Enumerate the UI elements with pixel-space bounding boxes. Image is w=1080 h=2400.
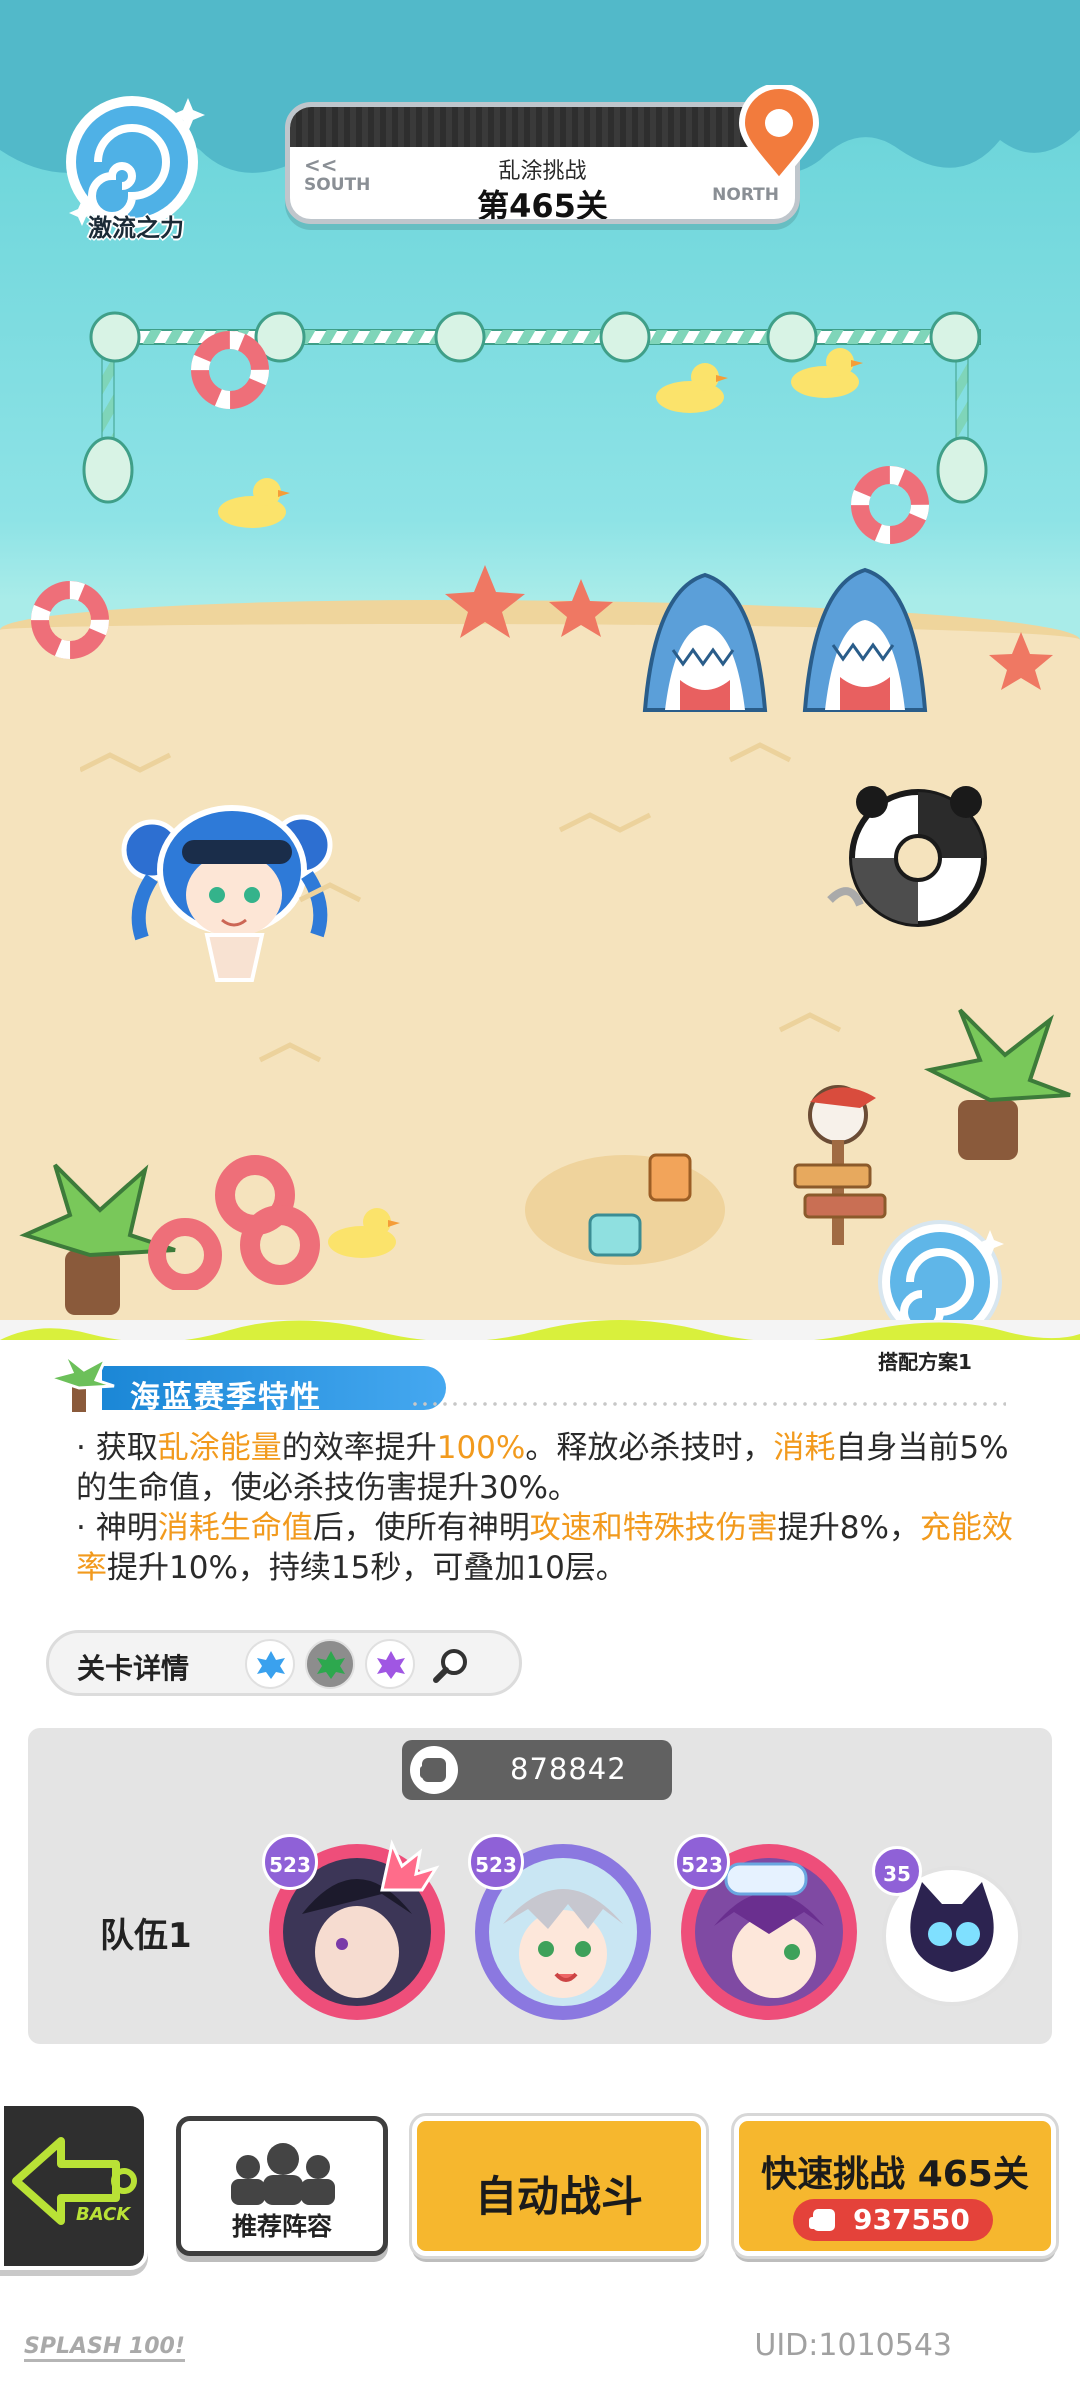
season-rule-2: · 神明消耗生命值后，使所有神明攻速和特殊技伤害提升8%，充能效率提升10%，持… — [76, 1510, 1013, 1586]
rubber-duck — [656, 363, 728, 413]
magnifier-icon[interactable] — [425, 1639, 475, 1689]
member-level-badge: 523 — [262, 1834, 318, 1890]
team-lineup-icon — [231, 2143, 335, 2205]
pet-level-badge: 35 — [872, 1846, 922, 1896]
member-level-badge: 523 — [468, 1834, 524, 1890]
back-label: BACK — [76, 2204, 131, 2225]
swim-ring — [851, 466, 929, 544]
starfish — [445, 565, 525, 638]
back-button[interactable]: BACK — [0, 2102, 148, 2270]
team-member-1[interactable]: 523 — [262, 1834, 452, 2024]
swim-ring — [31, 581, 109, 659]
element-green-icon — [305, 1639, 355, 1689]
starfish — [549, 579, 613, 637]
quick-challenge-power: 937550 — [793, 2199, 993, 2241]
north-label[interactable]: NORTH — [712, 185, 779, 205]
quick-challenge-label: 快速挑战 465关 — [761, 2154, 1029, 2195]
fist-icon — [809, 2209, 835, 2231]
team-label: 队伍1 — [100, 1916, 192, 1956]
shark-tent — [802, 567, 928, 712]
team-power-chip: 878842 — [402, 1740, 672, 1800]
header-stripe — [290, 107, 795, 147]
season-rule-1: · 获取乱涂能量的效率提升100%。释放必杀技时，消耗自身当前5%的生命值，使必… — [76, 1430, 1009, 1506]
auto-battle-label: 自动战斗 — [474, 2172, 643, 2221]
element-purple-icon — [365, 1639, 415, 1689]
season-title: 海蓝赛季特性 — [130, 1380, 322, 1415]
fist-icon — [410, 1746, 458, 1794]
member-level-badge: 523 — [674, 1834, 730, 1890]
palm-tree — [923, 1008, 1071, 1160]
rubber-duck — [218, 478, 290, 528]
starfish — [989, 632, 1053, 690]
recommend-lineup-button[interactable]: 推荐阵容 — [176, 2116, 388, 2256]
element-blue-icon — [245, 1639, 295, 1689]
swim-ring — [191, 331, 269, 409]
team-power-value: 878842 — [510, 1752, 627, 1786]
set-label[interactable]: 搭配方案1 — [878, 1346, 972, 1375]
rubber-duck — [791, 348, 863, 398]
team-pet[interactable]: 35 — [872, 1846, 1032, 2012]
recommend-label: 推荐阵容 — [231, 2212, 332, 2241]
power-label: 激流之力 — [88, 214, 184, 242]
season-description: · 获取乱涂能量的效率提升100%。释放必杀技时，消耗自身当前5%的生命值，使必… — [76, 1428, 1036, 1588]
dotted-divider — [410, 1402, 1006, 1406]
game-logo: SPLASH 100! — [24, 2334, 185, 2362]
team-member-2[interactable]: 523 — [468, 1834, 658, 2024]
sand-castle-toys — [525, 1153, 725, 1265]
shark-tent — [642, 572, 768, 712]
quick-challenge-power-value: 937550 — [853, 2203, 970, 2236]
auto-battle-button[interactable]: 自动战斗 — [412, 2116, 706, 2256]
level-detail-bar[interactable]: 关卡详情 — [46, 1630, 522, 1696]
swim-ring-pile — [148, 1155, 320, 1290]
team-member-3[interactable]: 523 — [674, 1834, 864, 2024]
user-id: UID:1010543 — [754, 2328, 952, 2363]
map-pin-icon[interactable] — [738, 85, 820, 185]
rubber-duck — [328, 1208, 400, 1258]
palm-tree-icon — [44, 1352, 115, 1412]
stage-header: << SOUTH 乱涂挑战 第465关 NORTH — [285, 102, 800, 224]
season-tag: 海蓝赛季特性 — [44, 1352, 446, 1415]
quick-challenge-button[interactable]: 快速挑战 465关 937550 — [734, 2116, 1056, 2256]
sand-ripples — [80, 742, 842, 1063]
level-detail-label: 关卡详情 — [77, 1652, 190, 1685]
